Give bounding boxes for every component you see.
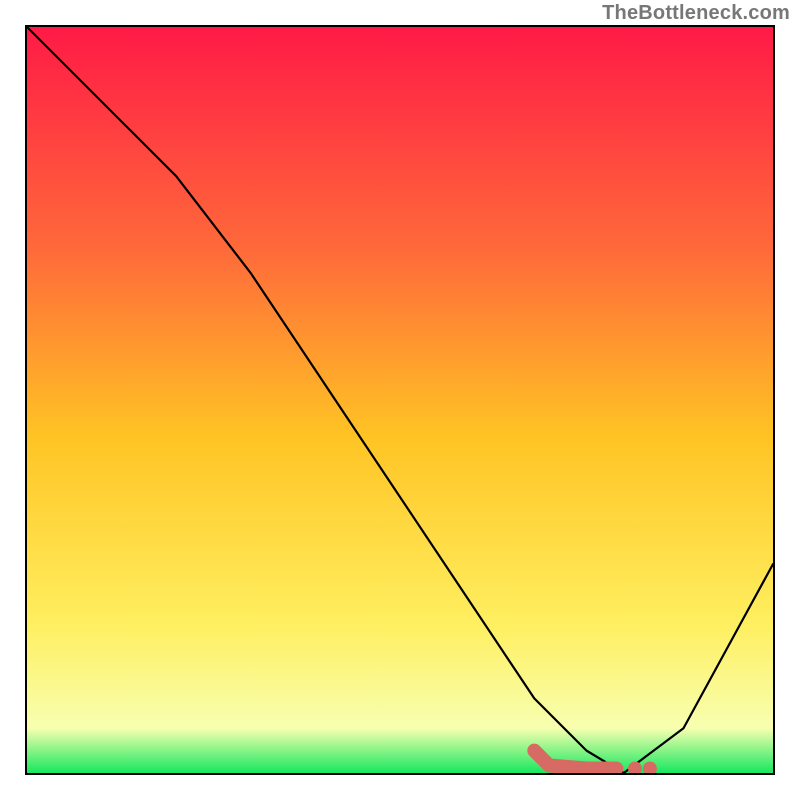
plot-svg: [27, 27, 773, 773]
chart-container: { "attribution": "TheBottleneck.com", "c…: [0, 0, 800, 800]
plot-frame: [25, 25, 775, 775]
attribution-text: TheBottleneck.com: [602, 2, 790, 25]
